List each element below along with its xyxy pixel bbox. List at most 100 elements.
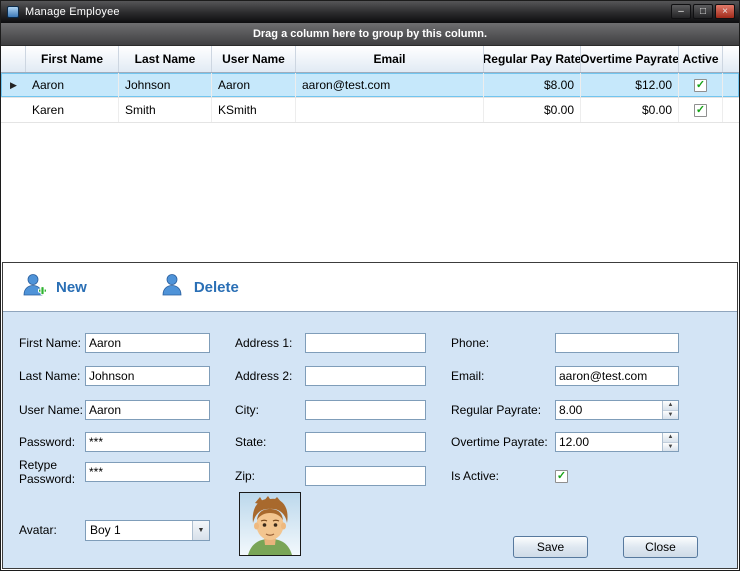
active-checkbox[interactable]: ✓ [694,79,707,92]
column-header-last-name[interactable]: Last Name [119,46,212,72]
cell-active: ✓ [679,73,723,97]
address2-field[interactable] [305,366,426,386]
column-header-user-name[interactable]: User Name [212,46,296,72]
avatar-label: Avatar: [19,523,85,537]
cell-email: aaron@test.com [296,73,484,97]
grid-header-row: First Name Last Name User Name Email Reg… [1,46,739,73]
minimize-button[interactable]: – [671,4,691,19]
cell-user-name: KSmith [212,98,296,122]
delete-button-label: Delete [194,279,239,296]
spinner-down-icon[interactable]: ▼ [663,411,678,420]
phone-field[interactable] [555,333,679,353]
cell-filler [723,98,739,122]
column-header-first-name[interactable]: First Name [26,46,119,72]
zip-row: Zip: [235,464,426,488]
group-by-bar[interactable]: Drag a column here to group by this colu… [1,23,739,46]
cell-last-name: Johnson [119,73,212,97]
row-indicator-header [1,46,26,72]
regular-payrate-field[interactable] [556,401,662,419]
regular-payrate-row: Regular Payrate: ▲ ▼ [451,398,679,422]
is-active-row: Is Active: ✓ [451,464,568,488]
retype-password-row: Retype Password: [19,460,210,484]
avatar-dropdown[interactable]: Boy 1 ▼ [85,520,210,541]
cell-active: ✓ [679,98,723,122]
cell-regular-pay-rate: $0.00 [484,98,581,122]
cell-filler [723,73,739,97]
detail-toolbar: New Delete [3,263,737,312]
cell-regular-pay-rate: $8.00 [484,73,581,97]
last-name-row: Last Name: [19,364,210,388]
active-checkbox[interactable]: ✓ [694,104,707,117]
row-indicator [1,98,26,122]
column-header-overtime-payrate[interactable]: Overtime Payrate [581,46,679,72]
save-button[interactable]: Save [513,536,588,558]
city-field[interactable] [305,400,426,420]
retype-password-label: Retype Password: [19,458,85,487]
spinner-up-icon[interactable]: ▲ [663,401,678,411]
spinner-up-icon[interactable]: ▲ [663,433,678,443]
window-controls: – □ × [671,4,735,19]
email-field[interactable] [555,366,679,386]
manage-employee-window: Manage Employee – □ × Drag a column here… [0,0,740,571]
cell-last-name: Smith [119,98,212,122]
close-button[interactable]: Close [623,536,698,558]
delete-employee-icon [159,272,185,302]
first-name-row: First Name: [19,331,210,355]
regular-payrate-label: Regular Payrate: [451,403,555,417]
is-active-label: Is Active: [451,469,555,483]
selected-row-indicator-icon: ▶ [1,73,26,97]
avatar-row: Avatar: Boy 1 ▼ [19,518,210,542]
state-field[interactable] [305,432,426,452]
app-icon [7,6,19,18]
address2-row: Address 2: [235,364,426,388]
cell-user-name: Aaron [212,73,296,97]
password-label: Password: [19,435,85,449]
email-row: Email: [451,364,679,388]
city-label: City: [235,403,305,417]
address2-label: Address 2: [235,369,305,383]
delete-button[interactable]: Delete [159,272,239,302]
close-window-button[interactable]: × [715,4,735,19]
column-header-regular-pay-rate[interactable]: Regular Pay Rate [484,46,581,72]
maximize-button[interactable]: □ [693,4,713,19]
address1-field[interactable] [305,333,426,353]
password-field[interactable] [85,432,210,452]
phone-row: Phone: [451,331,679,355]
new-button-label: New [56,279,87,296]
first-name-field[interactable] [85,333,210,353]
overtime-payrate-row: Overtime Payrate: ▲ ▼ [451,430,679,454]
password-row: Password: [19,430,210,454]
group-by-text: Drag a column here to group by this colu… [253,28,487,40]
user-name-field[interactable] [85,400,210,420]
new-employee-icon [21,272,47,302]
regular-payrate-stepper: ▲ ▼ [555,400,679,420]
last-name-field[interactable] [85,366,210,386]
spinner-down-icon[interactable]: ▼ [663,443,678,452]
avatar-image [239,492,301,556]
cell-first-name: Aaron [26,73,119,97]
column-header-active[interactable]: Active [679,46,723,72]
address1-row: Address 1: [235,331,426,355]
window-title: Manage Employee [25,6,120,18]
is-active-checkbox[interactable]: ✓ [555,470,568,483]
cell-first-name: Karen [26,98,119,122]
new-button[interactable]: New [21,272,87,302]
email-label: Email: [451,369,555,383]
retype-password-field[interactable] [85,462,210,482]
avatar-selected-value: Boy 1 [86,523,192,537]
cell-overtime-payrate: $12.00 [581,73,679,97]
overtime-payrate-stepper: ▲ ▼ [555,432,679,452]
overtime-payrate-field[interactable] [556,433,662,451]
table-row[interactable]: Karen Smith KSmith $0.00 $0.00 ✓ [1,98,739,123]
header-filler [723,46,739,72]
state-row: State: [235,430,426,454]
zip-field[interactable] [305,466,426,486]
chevron-down-icon[interactable]: ▼ [192,521,209,540]
phone-label: Phone: [451,336,555,350]
column-header-email[interactable]: Email [296,46,484,72]
user-name-row: User Name: [19,398,210,422]
last-name-label: Last Name: [19,369,85,383]
first-name-label: First Name: [19,336,85,350]
user-name-label: User Name: [19,403,85,417]
table-row[interactable]: ▶ Aaron Johnson Aaron aaron@test.com $8.… [1,73,739,98]
